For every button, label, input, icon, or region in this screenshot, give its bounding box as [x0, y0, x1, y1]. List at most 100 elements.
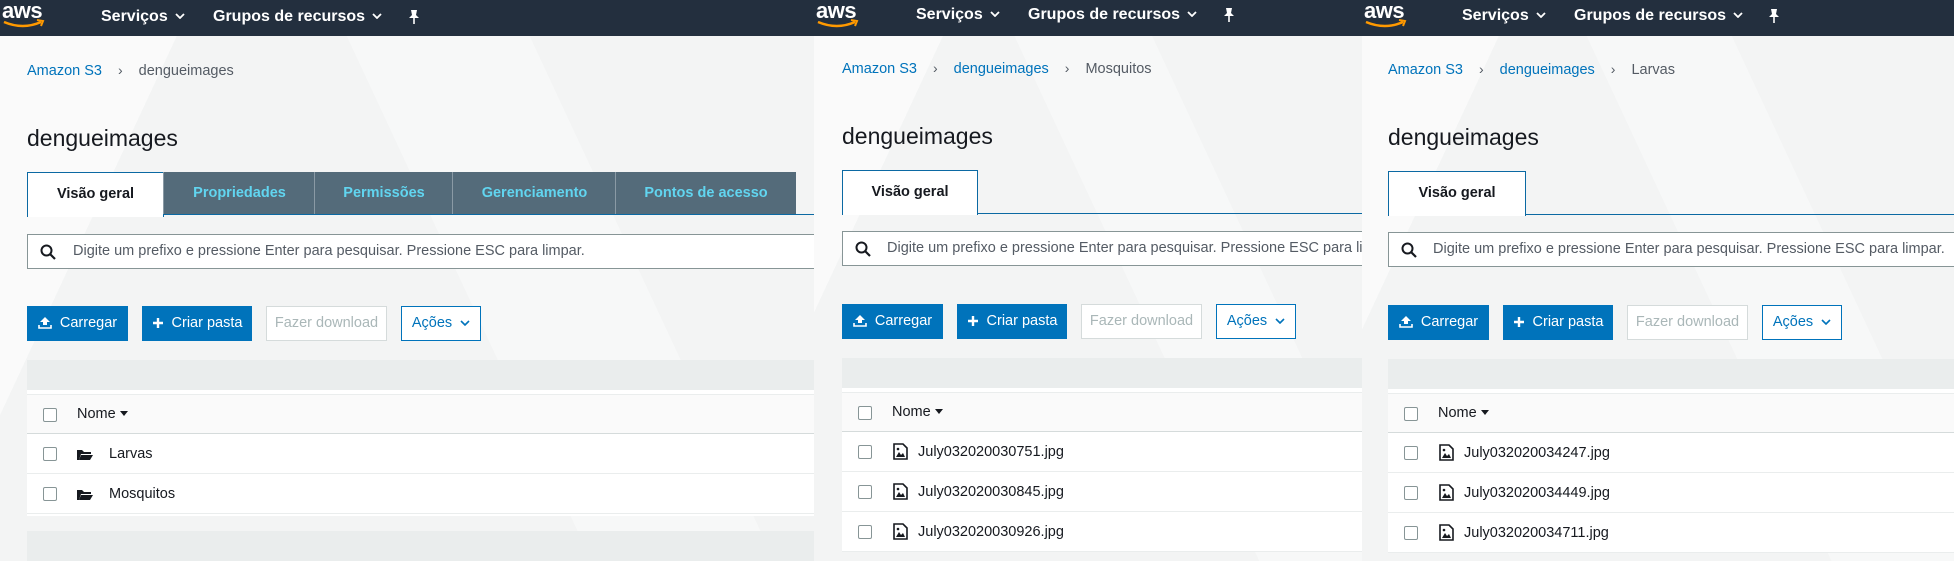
row-name[interactable]: July032020030751.jpg	[918, 444, 1064, 460]
page-title: dengueimages	[27, 125, 178, 151]
tab-underline	[1525, 214, 1954, 215]
table-row[interactable]: Larvas	[27, 434, 814, 474]
search-input[interactable]: Digite um prefixo e pressione Enter para…	[1388, 232, 1954, 267]
upload-button[interactable]: Carregar	[27, 306, 128, 341]
nav-services-menu[interactable]: Serviços	[916, 6, 1000, 24]
column-header-name[interactable]: Nome	[1438, 405, 1489, 421]
upload-button[interactable]: Carregar	[842, 304, 943, 339]
chevron-down-icon	[1733, 12, 1743, 18]
search-icon	[855, 241, 871, 257]
download-button[interactable]: Fazer download	[266, 306, 387, 341]
tab-overview[interactable]: Visão geral	[1388, 171, 1526, 216]
search-placeholder: Digite um prefixo e pressione Enter para…	[887, 240, 1362, 256]
tab-properties[interactable]: Propriedades	[163, 172, 315, 214]
plus-icon	[967, 316, 978, 326]
nav-resource-groups-menu[interactable]: Grupos de recursos	[1574, 7, 1743, 25]
tab-management[interactable]: Gerenciamento	[452, 172, 616, 214]
objects-table: Nome Larvas Mosquitos	[27, 390, 814, 516]
download-button[interactable]: Fazer download	[1627, 305, 1748, 340]
select-all-checkbox[interactable]	[858, 406, 872, 420]
breadcrumb-amazon-s3[interactable]: Amazon S3	[842, 61, 917, 77]
create-folder-button[interactable]: Criar pasta	[1503, 305, 1613, 340]
table-row[interactable]: July032020030751.jpg	[842, 432, 1362, 472]
tab-underline	[977, 213, 1362, 214]
plus-icon	[1513, 317, 1524, 327]
breadcrumb-amazon-s3[interactable]: Amazon S3	[27, 63, 102, 79]
row-name[interactable]: July032020030845.jpg	[918, 484, 1064, 500]
breadcrumb-separator: ›	[117, 62, 123, 78]
table-row[interactable]: July032020034711.jpg	[1388, 513, 1954, 553]
image-file-icon	[893, 483, 908, 500]
tab-permissions[interactable]: Permissões	[314, 172, 453, 214]
row-checkbox[interactable]	[43, 487, 57, 501]
actions-dropdown[interactable]: Ações	[1216, 304, 1296, 339]
column-header-name[interactable]: Nome	[77, 406, 128, 422]
upload-button[interactable]: Carregar	[1388, 305, 1489, 340]
tab-overview[interactable]: Visão geral	[842, 170, 978, 215]
table-row[interactable]: July032020030845.jpg	[842, 472, 1362, 512]
table-toolbar-band	[842, 358, 1362, 388]
nav-services-menu[interactable]: Serviços	[101, 8, 185, 26]
download-button[interactable]: Fazer download	[1081, 304, 1202, 339]
nav-resource-groups-menu[interactable]: Grupos de recursos	[213, 8, 382, 26]
column-header-name[interactable]: Nome	[892, 404, 943, 420]
breadcrumb-folder: Mosquitos	[1085, 61, 1152, 77]
chevron-down-icon	[1536, 12, 1546, 18]
row-name[interactable]: Mosquitos	[109, 486, 175, 502]
table-toolbar-band	[1388, 359, 1954, 389]
row-checkbox[interactable]	[858, 445, 872, 459]
row-name[interactable]: July032020030926.jpg	[918, 524, 1064, 540]
row-checkbox[interactable]	[1404, 446, 1418, 460]
select-all-checkbox[interactable]	[1404, 407, 1418, 421]
sort-caret-icon	[1480, 410, 1489, 415]
top-navbar: aws Serviços Grupos de recursos	[814, 0, 1362, 36]
select-all-checkbox[interactable]	[43, 408, 57, 422]
nav-services-menu[interactable]: Serviços	[1462, 7, 1546, 25]
row-checkbox[interactable]	[858, 525, 872, 539]
table-row[interactable]: Mosquitos	[27, 474, 814, 514]
row-checkbox[interactable]	[43, 447, 57, 461]
breadcrumb-separator: ›	[932, 60, 938, 76]
aws-logo[interactable]: aws	[1364, 0, 1410, 34]
search-placeholder: Digite um prefixo e pressione Enter para…	[1433, 241, 1945, 257]
row-name[interactable]: July032020034449.jpg	[1464, 485, 1610, 501]
breadcrumb: Amazon S3 › dengueimages › Mosquitos	[842, 60, 1152, 77]
chevron-down-icon	[1275, 318, 1285, 325]
table-row[interactable]: July032020030926.jpg	[842, 512, 1362, 552]
row-name[interactable]: July032020034711.jpg	[1464, 525, 1609, 541]
breadcrumb-bucket[interactable]: dengueimages	[1500, 62, 1595, 78]
breadcrumb-bucket[interactable]: dengueimages	[954, 61, 1049, 77]
search-input[interactable]: Digite um prefixo e pressione Enter para…	[27, 234, 814, 269]
row-checkbox[interactable]	[858, 485, 872, 499]
table-row[interactable]: July032020034449.jpg	[1388, 473, 1954, 513]
pin-icon[interactable]	[1767, 8, 1781, 24]
breadcrumb: Amazon S3 › dengueimages › Larvas	[1388, 61, 1675, 78]
create-folder-button[interactable]: Criar pasta	[957, 304, 1067, 339]
nav-resource-groups-menu[interactable]: Grupos de recursos	[1028, 6, 1197, 24]
sort-caret-icon	[119, 411, 128, 416]
breadcrumb-amazon-s3[interactable]: Amazon S3	[1388, 62, 1463, 78]
chevron-down-icon	[175, 13, 185, 19]
tab-overview[interactable]: Visão geral	[27, 172, 164, 217]
search-input[interactable]: Digite um prefixo e pressione Enter para…	[842, 231, 1362, 266]
table-row[interactable]: July032020034247.jpg	[1388, 433, 1954, 473]
tab-bar: Visão geral Propriedades Permissões Gere…	[27, 172, 814, 217]
chevron-down-icon	[1821, 319, 1831, 326]
actions-dropdown[interactable]: Ações	[401, 306, 481, 341]
pin-icon[interactable]	[407, 9, 421, 25]
aws-logo[interactable]: aws	[2, 0, 48, 34]
upload-icon	[1399, 316, 1413, 328]
actions-dropdown[interactable]: Ações	[1762, 305, 1842, 340]
row-checkbox[interactable]	[1404, 526, 1418, 540]
create-folder-button[interactable]: Criar pasta	[142, 306, 252, 341]
chevron-down-icon	[372, 13, 382, 19]
row-checkbox[interactable]	[1404, 486, 1418, 500]
aws-logo[interactable]: aws	[816, 0, 862, 34]
top-navbar: aws Serviços Grupos de recursos	[0, 0, 814, 36]
pin-icon[interactable]	[1222, 7, 1236, 23]
row-name[interactable]: July032020034247.jpg	[1464, 445, 1610, 461]
panel-folder-mosquitos: aws Serviços Grupos de recursos Amazon S…	[814, 0, 1362, 561]
row-name[interactable]: Larvas	[109, 446, 153, 462]
tab-access-points[interactable]: Pontos de acesso	[615, 172, 796, 214]
sort-caret-icon	[934, 409, 943, 414]
